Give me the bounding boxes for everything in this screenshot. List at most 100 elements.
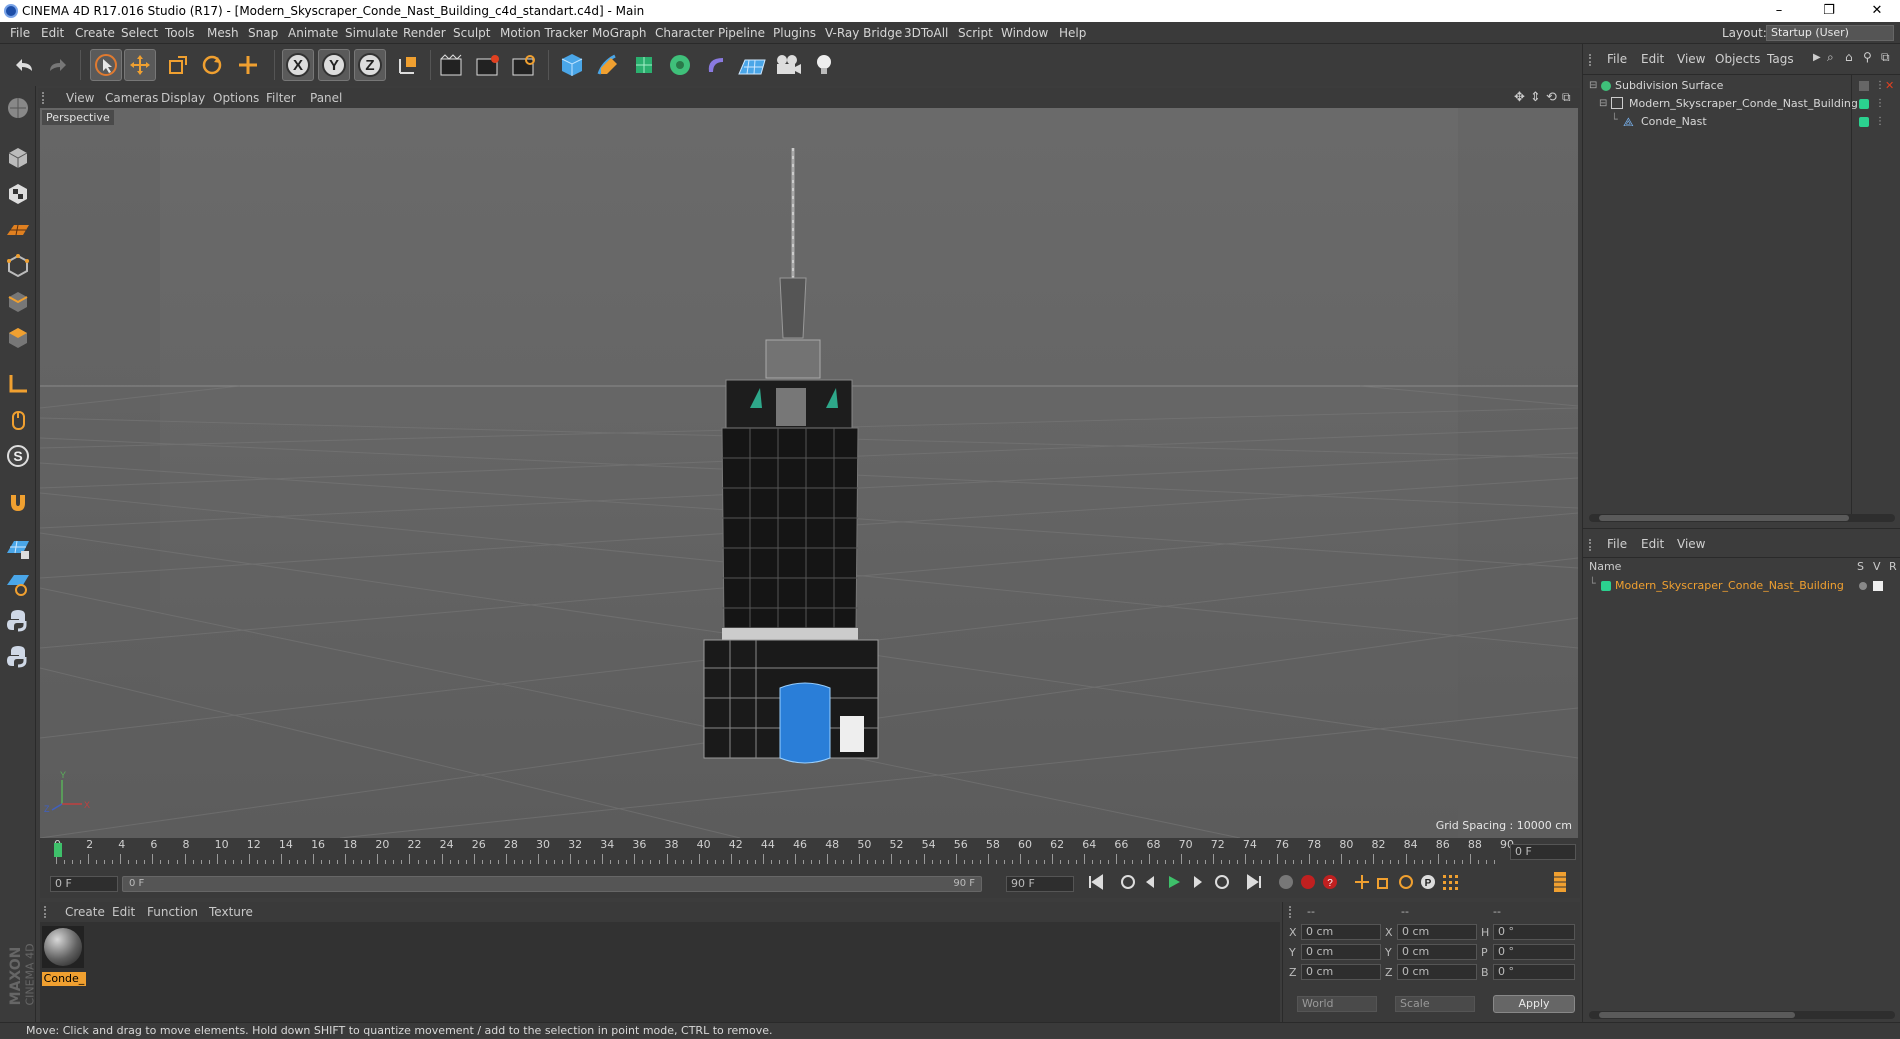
floor-icon[interactable] — [736, 49, 768, 81]
edit-render-settings-icon[interactable] — [508, 49, 540, 81]
rotation-h-field[interactable]: 0 ° — [1493, 924, 1575, 940]
menu-tools[interactable]: Tools — [165, 22, 195, 44]
coord-system-select[interactable]: World — [1297, 996, 1377, 1012]
timeline-ruler[interactable]: 0246810121416182022242628303234363840424… — [40, 838, 1580, 870]
select-icon[interactable] — [90, 49, 122, 81]
menu-mesh[interactable]: Mesh — [207, 22, 239, 44]
current-frame-field[interactable]: 0 F — [1510, 844, 1576, 860]
menu-edit[interactable]: Edit — [41, 22, 64, 44]
goto-start-icon[interactable] — [1084, 870, 1108, 894]
menu-script[interactable]: Script — [958, 22, 993, 44]
cube-icon[interactable] — [556, 49, 588, 81]
layer-menu-view[interactable]: View — [1677, 537, 1705, 551]
pen-icon[interactable] — [592, 49, 624, 81]
menu-plugins[interactable]: Plugins — [773, 22, 816, 44]
prev-frame-icon[interactable] — [1138, 870, 1162, 894]
material-menu-texture[interactable]: Texture — [209, 902, 253, 922]
position-z-field[interactable]: 0 cm — [1301, 964, 1381, 980]
render-view-icon[interactable] — [436, 49, 468, 81]
object-menu-view[interactable]: View — [1677, 52, 1705, 66]
layer-horizontal-scrollbar[interactable] — [1589, 1011, 1895, 1019]
play-icon[interactable] — [1162, 870, 1186, 894]
menu-pipeline[interactable]: Pipeline — [718, 22, 765, 44]
make-editable-icon[interactable] — [2, 92, 34, 124]
material-menu-edit[interactable]: Edit — [112, 902, 135, 922]
solo-toggle-icon[interactable] — [1859, 582, 1867, 590]
magnet-icon[interactable] — [2, 486, 34, 518]
frame-range-slider[interactable]: 0 F 90 F — [122, 876, 982, 892]
prev-key-icon[interactable] — [1116, 870, 1140, 894]
grid-lock-icon[interactable] — [2, 532, 34, 564]
object-row[interactable]: └ ⟁ Conde_Nast ⋮ — [1583, 113, 1900, 131]
key-pla-icon[interactable] — [1438, 870, 1462, 894]
material-item[interactable]: Conde_ — [42, 926, 86, 988]
rotation-p-field[interactable]: 0 ° — [1493, 944, 1575, 960]
size-y-field[interactable]: 0 cm — [1397, 944, 1477, 960]
object-menu-edit[interactable]: Edit — [1641, 52, 1664, 66]
collapse-icon[interactable]: ⊟ — [1589, 77, 1597, 95]
material-menu-function[interactable]: Function — [147, 902, 198, 922]
object-menu-file[interactable]: File — [1607, 52, 1627, 66]
menu-render[interactable]: Render — [403, 22, 446, 44]
layer-tag-icon[interactable] — [1859, 117, 1869, 127]
column-render[interactable]: R — [1889, 560, 1897, 573]
viewport-menu-display[interactable]: Display — [161, 88, 205, 108]
layer-menu-file[interactable]: File — [1607, 537, 1627, 551]
python-icon[interactable] — [2, 604, 34, 636]
z-axis-icon[interactable]: Z — [354, 49, 386, 81]
tweak-mode-icon[interactable] — [2, 404, 34, 436]
python-script-icon[interactable] — [2, 640, 34, 672]
workplane-icon[interactable] — [2, 214, 34, 246]
key-rotation-icon[interactable] — [1394, 870, 1418, 894]
polygons-mode-icon[interactable] — [2, 322, 34, 354]
object-row[interactable]: ⊟ Subdivision Surface ⋮ ✕ — [1583, 77, 1900, 95]
menu-motion-tracker[interactable]: Motion Tracker — [500, 22, 588, 44]
collapse-icon[interactable]: ⊟ — [1599, 95, 1607, 113]
menu-file[interactable]: File — [10, 22, 30, 44]
layer-menu-edit[interactable]: Edit — [1641, 537, 1664, 551]
dots-icon[interactable]: ⋮ — [1875, 77, 1885, 95]
scale-icon[interactable] — [162, 49, 194, 81]
viewport-menu-cameras[interactable]: Cameras — [105, 88, 158, 108]
goto-end-icon[interactable] — [1242, 870, 1266, 894]
menu-sculpt[interactable]: Sculpt — [453, 22, 490, 44]
layer-tag-icon[interactable] — [1859, 99, 1869, 109]
key-position-icon[interactable] — [1350, 870, 1374, 894]
menu-animate[interactable]: Animate — [288, 22, 338, 44]
object-home-icon[interactable]: ⌂ — [1845, 50, 1853, 64]
undo-icon[interactable] — [8, 49, 40, 81]
dots-icon[interactable]: ⋮ — [1875, 113, 1885, 131]
column-name[interactable]: Name — [1589, 560, 1621, 573]
x-axis-icon[interactable]: X — [282, 49, 314, 81]
edges-mode-icon[interactable] — [2, 286, 34, 318]
close-button[interactable]: ✕ — [1854, 0, 1900, 22]
menu-select[interactable]: Select — [121, 22, 158, 44]
editor-visibility-icon[interactable] — [1859, 81, 1869, 91]
coordinate-system-icon[interactable] — [392, 49, 424, 81]
menu-simulate[interactable]: Simulate — [345, 22, 398, 44]
viewport-zoom-icon[interactable]: ⇕ — [1530, 90, 1541, 105]
menu-vray-bridge[interactable]: V-Ray Bridge — [825, 22, 902, 44]
object-menu-more-icon[interactable]: ▶ — [1813, 52, 1821, 63]
timeline-layout-icon[interactable] — [1548, 870, 1572, 894]
array-icon[interactable] — [664, 49, 696, 81]
visible-toggle-icon[interactable] — [1873, 581, 1883, 591]
maximize-button[interactable]: ❐ — [1806, 0, 1852, 22]
object-search-icon[interactable]: ⌕ — [1827, 50, 1834, 65]
key-scale-icon[interactable] — [1372, 870, 1396, 894]
viewport-menu-panel[interactable]: Panel — [310, 88, 342, 108]
redo-icon[interactable] — [42, 49, 74, 81]
menu-help[interactable]: Help — [1059, 22, 1086, 44]
column-solo[interactable]: S — [1857, 560, 1864, 573]
object-menu-tags[interactable]: Tags — [1767, 52, 1794, 66]
menu-snap[interactable]: Snap — [248, 22, 278, 44]
object-horizontal-scrollbar[interactable] — [1589, 514, 1895, 522]
size-z-field[interactable]: 0 cm — [1397, 964, 1477, 980]
light-icon[interactable] — [808, 49, 840, 81]
position-x-field[interactable]: 0 cm — [1301, 924, 1381, 940]
material-menu-create[interactable]: Create — [65, 902, 105, 922]
subdivision-icon[interactable] — [628, 49, 660, 81]
perspective-viewport[interactable]: Y X Z Perspective Grid Spacing: 10000 c… — [40, 108, 1578, 838]
object-new-view-icon[interactable]: ⧉ — [1881, 50, 1890, 65]
menu-mograph[interactable]: MoGraph — [592, 22, 647, 44]
